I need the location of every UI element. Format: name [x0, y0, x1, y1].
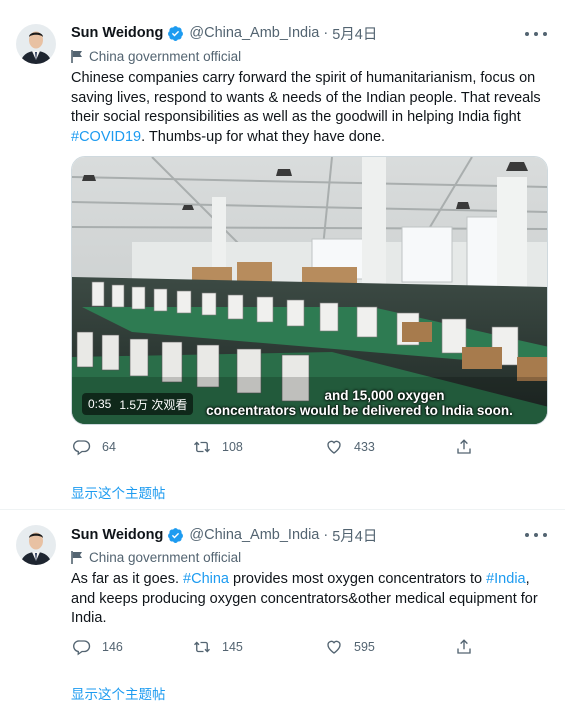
flag-icon — [71, 550, 82, 564]
avatar[interactable] — [16, 525, 56, 565]
tweet-text: Chinese companies carry forward the spir… — [71, 69, 541, 147]
tweet-header: Sun Weidong @China_Amb_India · 5月4日 — [71, 23, 377, 43]
verified-badge-icon — [168, 527, 184, 543]
text-segment: . Thumbs-up for what they have done. — [141, 128, 386, 145]
text-segment: provides most oxygen concentrators to — [228, 571, 487, 587]
more-options-icon[interactable] — [525, 528, 547, 542]
more-options-icon[interactable] — [525, 27, 547, 41]
separator-dot: · — [323, 527, 329, 543]
tweet-date[interactable]: 5月4日 — [332, 23, 377, 44]
share-button[interactable] — [455, 436, 484, 458]
tweet-card[interactable]: Sun Weidong @China_Amb_India · 5月4日 Chin… — [0, 511, 565, 718]
reply-icon — [73, 440, 91, 456]
retweet-icon — [194, 441, 210, 453]
retweet-icon — [194, 641, 210, 653]
show-thread-link[interactable]: 显示这个主题帖 — [71, 683, 166, 703]
share-button[interactable] — [455, 636, 484, 658]
reply-count: 146 — [102, 640, 123, 654]
account-label-text: China government official — [89, 549, 242, 565]
reply-icon — [73, 640, 91, 656]
like-count: 595 — [354, 640, 375, 654]
retweet-button[interactable]: 108 — [193, 436, 243, 458]
author-name[interactable]: Sun Weidong — [71, 527, 163, 543]
text-segment: As far as it goes. — [71, 571, 184, 587]
like-count: 433 — [354, 440, 375, 454]
reply-count: 64 — [102, 440, 116, 454]
hashtag-link[interactable]: #COVID19 — [71, 129, 141, 145]
share-icon — [457, 639, 471, 654]
reply-button[interactable]: 146 — [73, 636, 123, 658]
tweet-actions: 64 108 433 — [71, 436, 491, 458]
flag-icon — [71, 49, 82, 63]
like-button[interactable]: 595 — [325, 636, 375, 658]
video-duration: 0:35 — [88, 397, 112, 411]
retweet-count: 108 — [222, 440, 243, 454]
author-name[interactable]: Sun Weidong — [71, 25, 163, 41]
tweet-actions: 146 145 595 — [71, 636, 491, 658]
reply-button[interactable]: 64 — [73, 436, 116, 458]
author-handle[interactable]: @China_Amb_India — [189, 527, 319, 543]
like-button[interactable]: 433 — [325, 436, 375, 458]
account-label: China government official — [71, 548, 241, 566]
account-label: China government official — [71, 47, 241, 65]
tweet-text: As far as it goes. #China provides most … — [71, 570, 541, 629]
hashtag-link[interactable]: #India — [486, 571, 526, 587]
share-icon — [457, 439, 471, 454]
retweet-count: 145 — [222, 640, 243, 654]
separator-dot: · — [323, 25, 329, 41]
video-views: 1.5万 次观看 — [119, 397, 188, 412]
text-segment: Chinese companies carry forward the spir… — [71, 70, 541, 125]
video-meta-badge: 0:35 1.5万 次观看 — [82, 393, 194, 415]
tweet-header: Sun Weidong @China_Amb_India · 5月4日 — [71, 525, 377, 545]
avatar[interactable] — [16, 24, 56, 64]
video-player[interactable]: and 15,000 oxygen concentrators would be… — [71, 156, 548, 425]
retweet-button[interactable]: 145 — [193, 636, 243, 658]
hashtag-link[interactable]: #China — [183, 571, 229, 587]
author-handle[interactable]: @China_Amb_India — [189, 25, 319, 41]
factory-video-frame — [72, 157, 547, 424]
tweet-date[interactable]: 5月4日 — [332, 525, 377, 546]
tweet-card[interactable]: Sun Weidong @China_Amb_India · 5月4日 Chin… — [0, 0, 565, 510]
verified-badge-icon — [168, 25, 184, 41]
heart-icon — [327, 440, 341, 454]
show-thread-link[interactable]: 显示这个主题帖 — [71, 482, 166, 502]
account-label-text: China government official — [89, 48, 242, 64]
heart-icon — [327, 640, 341, 654]
